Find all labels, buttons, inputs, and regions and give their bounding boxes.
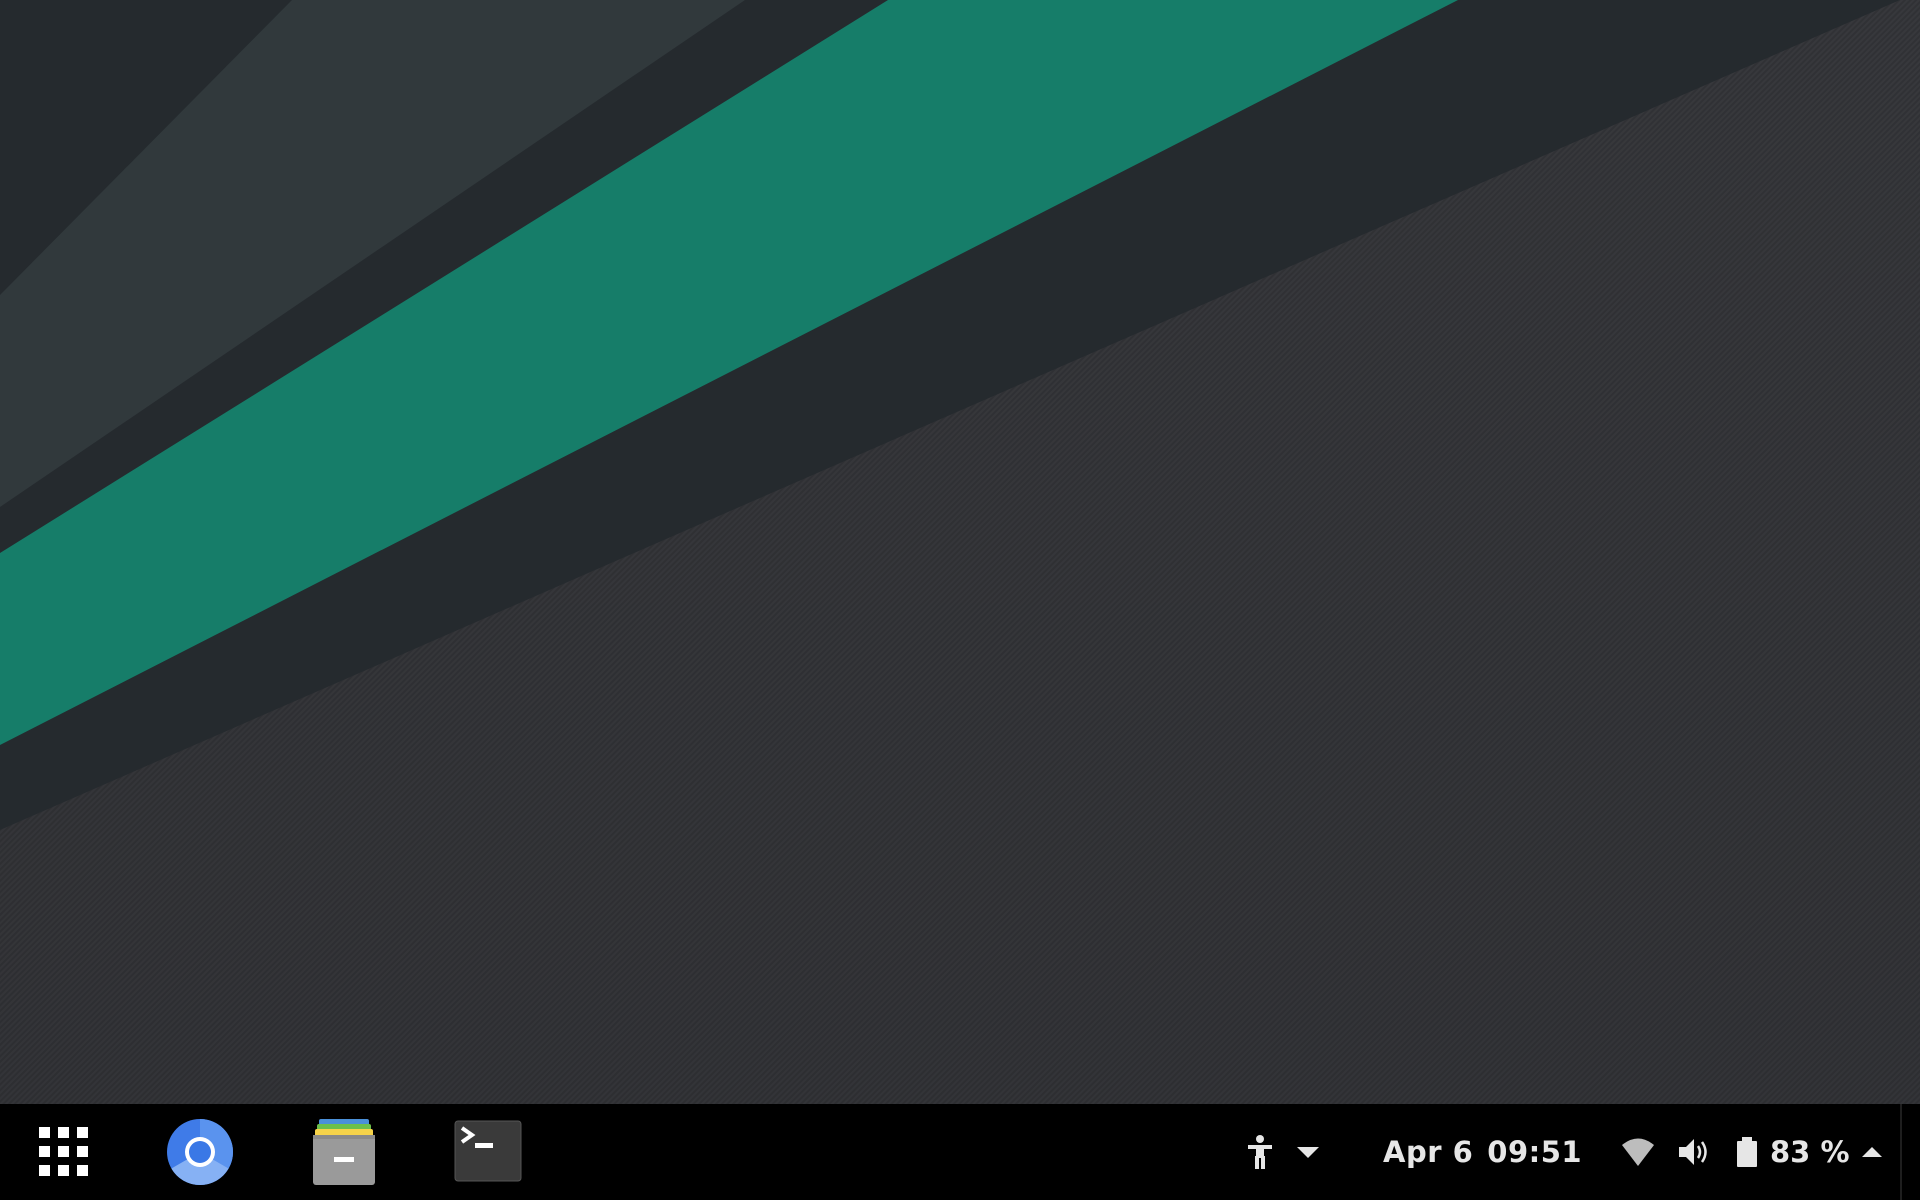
- terminal-icon: [454, 1120, 522, 1182]
- wifi-icon: [1622, 1138, 1654, 1166]
- battery-menu[interactable]: 83 %: [1736, 1104, 1886, 1200]
- chromium-launcher[interactable]: [164, 1116, 236, 1188]
- files-icon: [313, 1119, 375, 1185]
- triangle-down-icon: [1297, 1147, 1319, 1158]
- date-time[interactable]: Apr 6 09:51: [1383, 1104, 1582, 1200]
- app-grid-button[interactable]: [28, 1116, 100, 1188]
- desktop-wallpaper: [0, 0, 1920, 1104]
- speaker-icon: [1679, 1139, 1707, 1165]
- battery-icon: [1737, 1137, 1757, 1167]
- accessibility-icon: [1248, 1135, 1272, 1169]
- terminal-launcher[interactable]: [452, 1116, 524, 1188]
- taskbar-edge-divider: [1900, 1104, 1902, 1200]
- battery-percentage: 83 %: [1770, 1135, 1850, 1169]
- chromium-icon: [167, 1119, 234, 1186]
- time-label: 09:51: [1487, 1135, 1583, 1169]
- files-launcher[interactable]: [308, 1116, 380, 1188]
- desktop[interactable]: [0, 0, 1920, 1104]
- date-label: Apr 6: [1383, 1135, 1474, 1169]
- accessibility-dropdown[interactable]: [1294, 1104, 1322, 1200]
- app-grid-icon: [39, 1127, 88, 1176]
- triangle-up-icon: [1861, 1147, 1882, 1157]
- volume-control[interactable]: [1676, 1104, 1712, 1200]
- accessibility-button[interactable]: [1240, 1104, 1280, 1200]
- wifi-status[interactable]: [1620, 1104, 1656, 1200]
